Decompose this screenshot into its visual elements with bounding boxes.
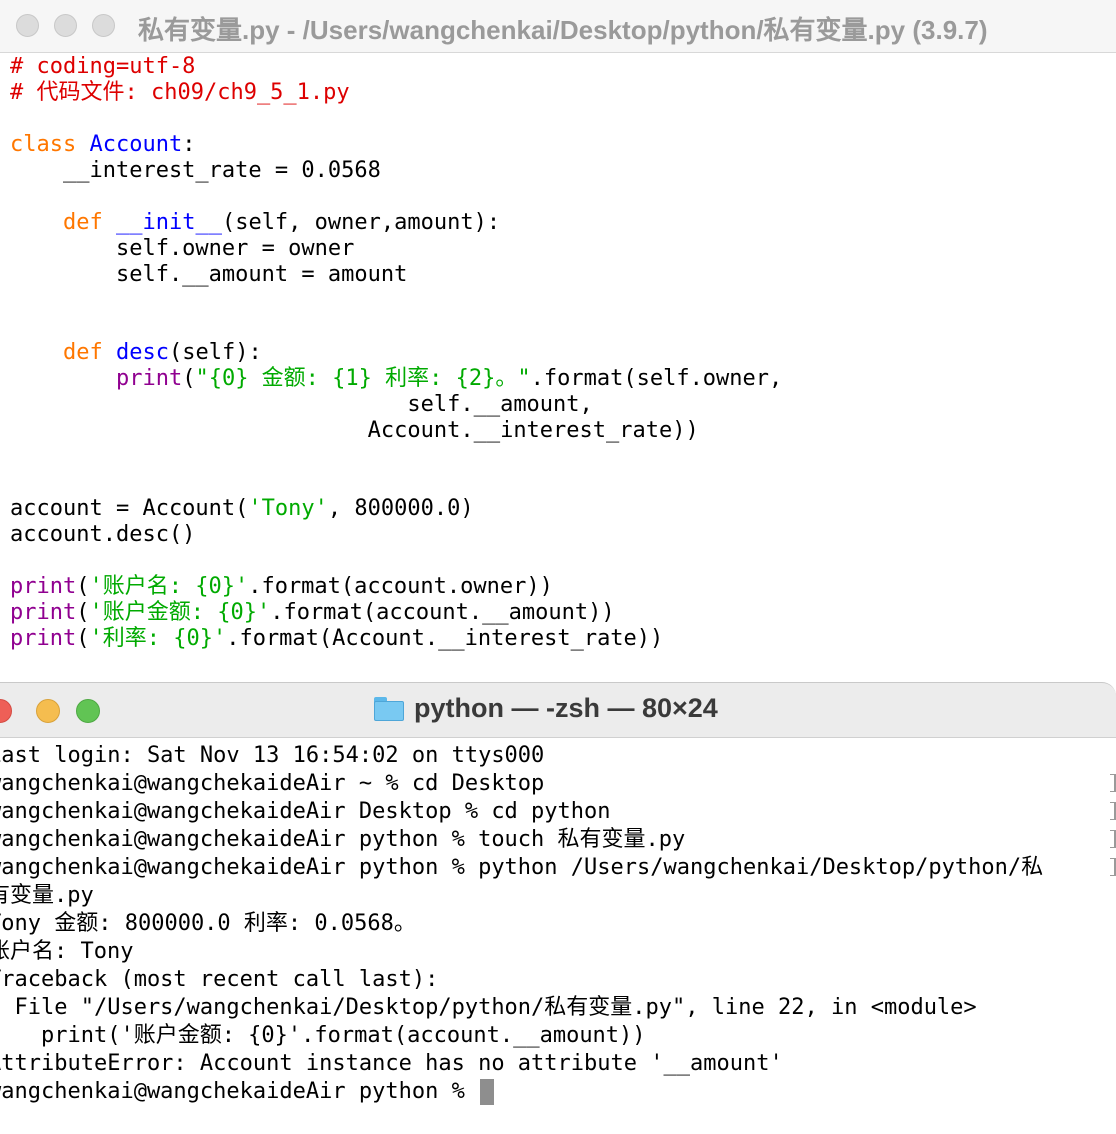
zoom-button[interactable]	[92, 14, 115, 37]
close-button[interactable]	[16, 14, 39, 37]
idle-titlebar[interactable]: 私有变量.py - /Users/wangchenkai/Desktop/pyt…	[0, 0, 1116, 53]
code-text: .format(self.owner,	[530, 366, 783, 391]
code-line-1: # coding=utf-8	[10, 54, 196, 79]
code-line-7: def __init__(self, owner,amount):	[10, 210, 782, 236]
text-cursor	[480, 1079, 495, 1105]
code-text: (self, owner,amount):	[221, 210, 501, 235]
close-button[interactable]	[0, 699, 12, 723]
builtin-print: print	[115, 366, 183, 391]
code-line-5: __interest_rate = 0.0568	[10, 158, 381, 183]
line-mark-icon	[1110, 774, 1116, 792]
idle-window-title: 私有变量.py - /Users/wangchenkai/Desktop/pyt…	[138, 15, 988, 45]
code-text: (	[182, 366, 196, 391]
line-mark-icon	[1110, 830, 1116, 848]
builtin-print: print	[10, 626, 77, 651]
code-line-8: self.owner = owner	[10, 236, 355, 261]
string-literal: '账户名: {0}'	[89, 574, 249, 599]
terminal-line: Traceback (most recent call last):	[0, 967, 439, 992]
code-line-19: account.desc()	[10, 522, 196, 547]
code-line-4: class Account:	[10, 132, 782, 158]
keyword-class: class	[10, 132, 77, 157]
terminal-line: wangchenkai@wangchekaideAir python % pyt…	[0, 855, 1044, 880]
zoom-button[interactable]	[76, 699, 100, 723]
code-text: (	[76, 600, 90, 625]
line-mark-icon	[1110, 858, 1116, 876]
terminal-line: 有变量.py	[0, 883, 94, 908]
code-line-14: self.__amount,	[10, 392, 593, 417]
class-name: Account	[89, 132, 183, 157]
code-line-21: print('账户名: {0}'.format(account.owner))	[10, 574, 782, 600]
terminal-title: python — -zsh — 80×24	[374, 693, 718, 724]
keyword-def: def	[62, 340, 103, 365]
minimize-button[interactable]	[36, 699, 60, 723]
code-line-22: print('账户金额: {0}'.format(account.__amoun…	[10, 600, 782, 626]
terminal-output[interactable]: Last login: Sat Nov 13 16:54:02 on ttys0…	[0, 742, 1043, 1106]
code-text: , 800000.0)	[327, 496, 474, 521]
terminal-line: 账户名: Tony	[0, 939, 134, 964]
builtin-print: print	[10, 600, 77, 625]
terminal-line: print('账户金额: {0}'.format(account.__amoun…	[0, 1023, 646, 1048]
keyword-def: def	[62, 210, 103, 235]
code-line-13: print("{0} 金额: {1} 利率: {2}。".format(self…	[10, 366, 782, 392]
code-text: .format(account.__amount))	[270, 600, 615, 625]
code-line-12: def desc(self):	[10, 340, 782, 366]
code-line-23: print('利率: {0}'.format(Account.__interes…	[10, 626, 782, 652]
code-line-2: # 代码文件: ch09/ch9_5_1.py	[10, 80, 350, 105]
code-line-18: account = Account('Tony', 800000.0)	[10, 496, 782, 522]
terminal-line: wangchenkai@wangchekaideAir python % tou…	[0, 827, 686, 852]
terminal-prompt: wangchenkai@wangchekaideAir python %	[0, 1079, 479, 1104]
string-literal: '利率: {0}'	[89, 626, 227, 651]
code-line-15: Account.__interest_rate))	[10, 418, 699, 443]
terminal-line: wangchenkai@wangchekaideAir ~ % cd Deskt…	[0, 771, 545, 796]
terminal-titlebar[interactable]: python — -zsh — 80×24	[0, 682, 1116, 738]
terminal-line: Last login: Sat Nov 13 16:54:02 on ttys0…	[0, 743, 545, 768]
string-literal: '账户金额: {0}'	[89, 600, 271, 625]
terminal-title-text: python — -zsh — 80×24	[414, 693, 718, 723]
string-literal: "{0} 金额: {1} 利率: {2}。"	[195, 366, 531, 391]
terminal-window: python — -zsh — 80×24 Last login: Sat No…	[0, 682, 1116, 1134]
terminal-line: wangchenkai@wangchekaideAir Desktop % cd…	[0, 799, 611, 824]
function-name: __init__	[115, 210, 222, 235]
terminal-line: Tony 金额: 800000.0 利率: 0.0568。	[0, 911, 416, 936]
folder-icon	[374, 696, 404, 721]
line-mark-icon	[1110, 802, 1116, 820]
string-literal: 'Tony'	[248, 496, 328, 521]
terminal-line: AttributeError: Account instance has no …	[0, 1051, 783, 1076]
code-text: .format(Account.__interest_rate))	[226, 626, 664, 651]
terminal-prompt-line[interactable]: wangchenkai@wangchekaideAir python %	[0, 1078, 1043, 1106]
builtin-print: print	[10, 574, 77, 599]
function-name: desc	[115, 340, 169, 365]
terminal-line: File "/Users/wangchenkai/Desktop/python/…	[0, 995, 977, 1020]
code-text: (	[76, 574, 90, 599]
idle-editor-window: 私有变量.py - /Users/wangchenkai/Desktop/pyt…	[0, 0, 1116, 700]
code-text: (self):	[168, 340, 262, 365]
idle-window-controls	[16, 14, 115, 37]
code-text: :	[182, 132, 196, 157]
code-editor[interactable]: # coding=utf-8 # 代码文件: ch09/ch9_5_1.py c…	[10, 54, 782, 652]
code-text: .format(account.owner))	[248, 574, 553, 599]
code-text: account = Account(	[10, 496, 249, 521]
minimize-button[interactable]	[54, 14, 77, 37]
code-text: (	[76, 626, 90, 651]
code-line-9: self.__amount = amount	[10, 262, 408, 287]
